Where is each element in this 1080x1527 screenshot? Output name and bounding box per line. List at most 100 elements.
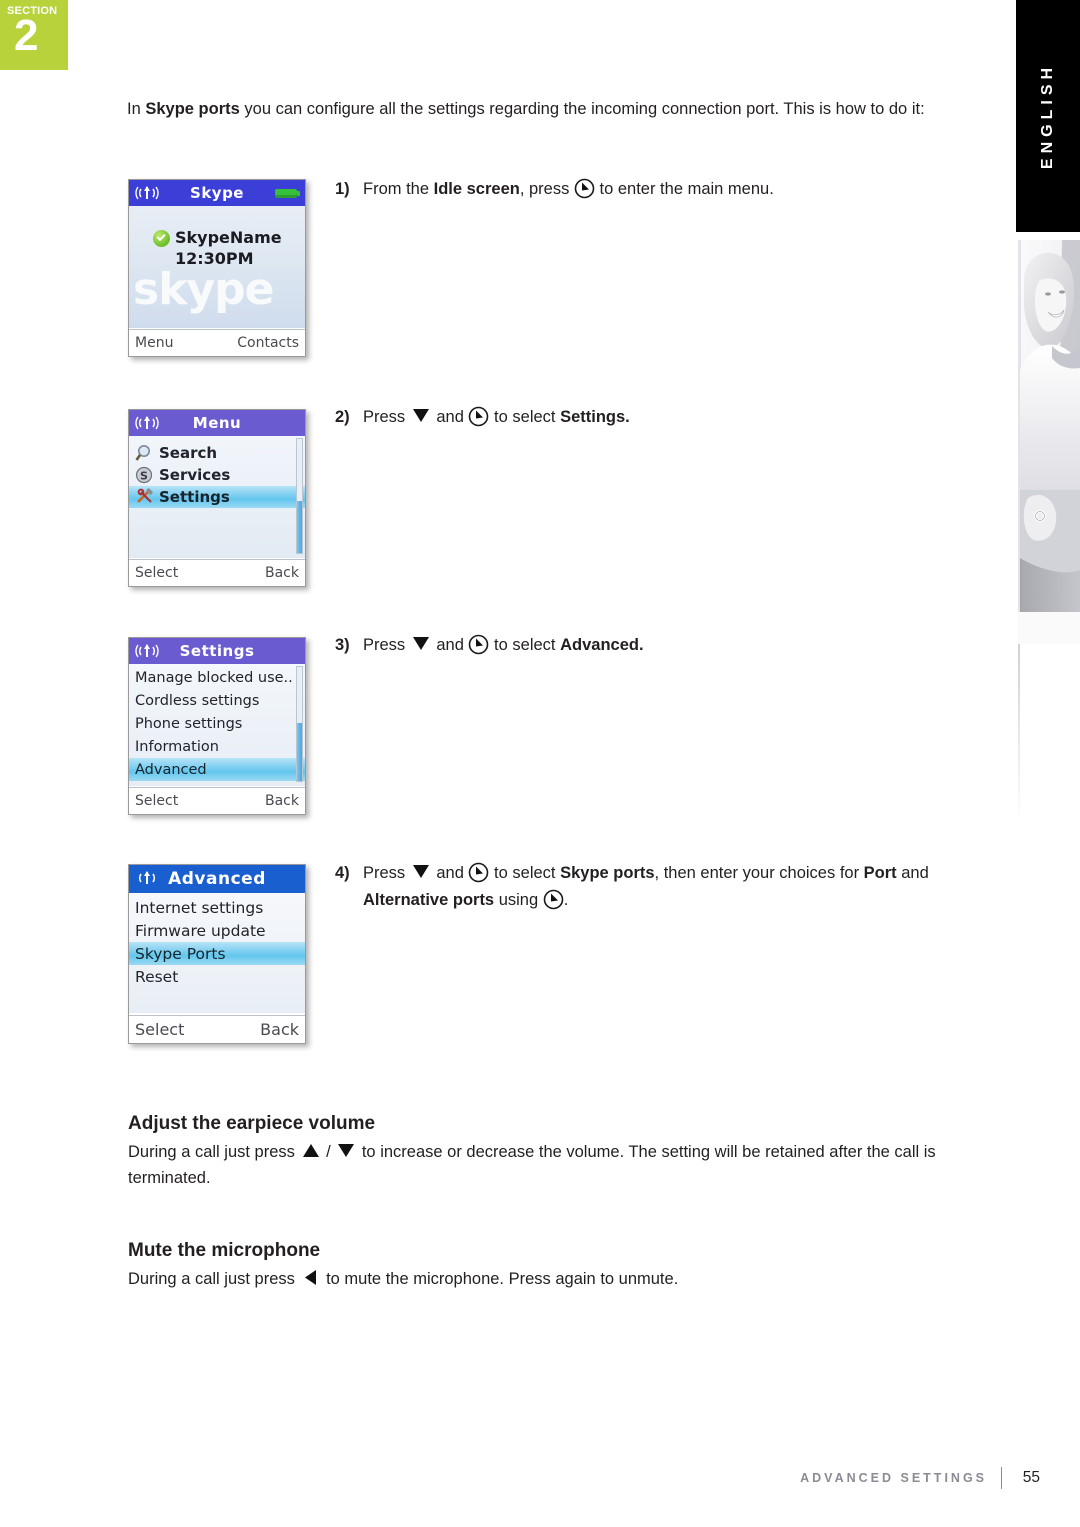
step-text: Press and to select Advanced. (363, 633, 985, 660)
softkey-right[interactable]: Contacts (237, 335, 299, 351)
step-number: 4) (335, 864, 350, 882)
advanced-item-skype-ports[interactable]: Skype Ports (129, 942, 305, 965)
menu-item-services[interactable]: S Services (129, 464, 305, 486)
softkey-right[interactable]: Back (265, 565, 299, 581)
phone-title-bar: Skype (129, 180, 305, 206)
down-triangle-icon (335, 1141, 357, 1167)
softkey-left[interactable]: Select (135, 1020, 184, 1039)
step-text-bold: Skype ports (560, 864, 655, 882)
heading-adjust-earpiece-volume: Adjust the earpiece volume (128, 1113, 376, 1134)
softkey-right[interactable]: Back (265, 793, 299, 809)
sidebar-photo (1018, 240, 1080, 644)
section-badge: SECTION 2 (0, 0, 68, 70)
intro-bold: Skype ports (145, 100, 240, 118)
step-text-part: Press (363, 408, 410, 426)
step-text-bold: Idle screen (433, 180, 520, 198)
section-badge-number: 2 (14, 11, 39, 60)
settings-item-cordless-settings[interactable]: Cordless settings (129, 689, 305, 712)
phone-screen-body: Manage blocked use.. Cordless settings P… (129, 664, 305, 786)
step-2: 2) Press and to select Settings. (335, 405, 985, 432)
step-text: From the Idle screen, press to enter the… (363, 177, 985, 202)
signal-antenna-icon (135, 414, 159, 436)
advanced-item-reset[interactable]: Reset (129, 965, 305, 988)
step-text: Press and to select Settings. (363, 405, 985, 432)
step-text-part: From the (363, 180, 434, 198)
settings-item-label: Information (135, 738, 219, 755)
skype-watermark: skype (133, 264, 274, 315)
settings-item-label: Cordless settings (135, 692, 260, 709)
softkey-left[interactable]: Select (135, 793, 178, 809)
phone-screen-body: Internet settings Firmware update Skype … (129, 893, 305, 1013)
step-text-part: , then enter your choices for (654, 864, 864, 882)
step-text-part: and (431, 408, 469, 426)
step-3: 3) Press and to select Advanced. (335, 633, 985, 660)
footer-divider (1001, 1467, 1002, 1489)
advanced-item-label: Firmware update (135, 921, 266, 940)
signal-antenna-icon (135, 184, 159, 206)
paragraph-part: to mute the microphone. Press again to u… (321, 1270, 679, 1288)
nav-key-icon (468, 406, 489, 427)
scrollbar-track[interactable] (296, 438, 303, 554)
step-text: Press and to select Skype ports, then en… (363, 861, 1000, 913)
phone-title-text: Menu (192, 414, 242, 432)
step-text-part: , press (519, 180, 574, 198)
nav-key-icon (468, 862, 489, 883)
settings-item-phone-settings[interactable]: Phone settings (129, 712, 305, 735)
settings-item-advanced[interactable]: Advanced (129, 758, 305, 781)
advanced-item-firmware-update[interactable]: Firmware update (129, 919, 305, 942)
softkey-left[interactable]: Select (135, 565, 178, 581)
nav-key-icon (468, 634, 489, 655)
down-triangle-icon (410, 406, 432, 432)
signal-antenna-icon (135, 642, 159, 664)
softkey-left[interactable]: Menu (135, 335, 173, 351)
phone-screenshot-settings: Settings Manage blocked use.. Cordless s… (128, 637, 306, 815)
scrollbar-thumb[interactable] (297, 501, 302, 553)
intro-paragraph: In Skype ports you can configure all the… (127, 98, 997, 120)
phone-softkey-bar: Menu Contacts (129, 329, 305, 356)
menu-item-label: Search (159, 444, 218, 462)
step-number: 1) (335, 180, 350, 198)
language-tab-label: ENGLISH (1039, 62, 1056, 170)
menu-item-search[interactable]: Search (129, 442, 305, 464)
phone-softkey-bar: Select Back (129, 559, 305, 586)
step-text-bold: Alternative ports (363, 890, 495, 909)
intro-rest: you can configure all the settings regar… (239, 100, 925, 118)
paragraph-part: / (321, 1143, 336, 1161)
settings-item-label: Manage blocked use.. (135, 669, 293, 686)
phone-screen-body: skype SkypeName 12:30PM (129, 206, 305, 328)
phone-softkey-bar: Select Back (129, 1015, 305, 1043)
paragraph-mute-microphone: During a call just press to mute the mic… (128, 1268, 998, 1294)
advanced-item-label: Reset (135, 967, 179, 986)
step-text-part: and (431, 636, 469, 654)
settings-item-manage-blocked-users[interactable]: Manage blocked use.. (129, 666, 305, 689)
up-triangle-icon (300, 1141, 322, 1167)
nav-key-icon (574, 178, 595, 199)
nav-key-icon (543, 889, 564, 910)
down-triangle-icon (410, 634, 432, 660)
settings-item-information[interactable]: Information (129, 735, 305, 758)
phone-title-bar: Advanced (129, 865, 305, 893)
advanced-item-internet-settings[interactable]: Internet settings (129, 896, 305, 919)
menu-item-settings[interactable]: Settings (129, 486, 305, 508)
step-text-bold: Advanced. (560, 636, 644, 654)
menu-item-label: Services (159, 466, 231, 484)
scrollbar-track[interactable] (296, 666, 303, 782)
green-check-icon (153, 230, 170, 247)
down-triangle-icon (410, 862, 432, 888)
intro-lead: In (127, 100, 146, 118)
step-text-part: to select (489, 636, 561, 654)
softkey-right[interactable]: Back (260, 1020, 299, 1039)
step-1: 1) From the Idle screen, press to enter … (335, 177, 985, 202)
step-text-part: and (431, 864, 469, 882)
woman-photo-icon (1018, 240, 1080, 644)
step-text-bold: Port (863, 864, 897, 882)
step-text-part: and (896, 864, 929, 882)
phone-softkey-bar: Select Back (129, 787, 305, 814)
language-tab: ENGLISH (1016, 0, 1080, 232)
phone-screenshot-advanced: Advanced Internet settings Firmware upda… (128, 864, 306, 1044)
phone-title-bar: Menu (129, 410, 305, 436)
scrollbar-thumb[interactable] (297, 723, 302, 781)
paragraph-earpiece-volume: During a call just press / to increase o… (128, 1141, 998, 1191)
footer-section-label: ADVANCED SETTINGS (800, 1471, 987, 1485)
page-number: 55 (1022, 1469, 1040, 1486)
